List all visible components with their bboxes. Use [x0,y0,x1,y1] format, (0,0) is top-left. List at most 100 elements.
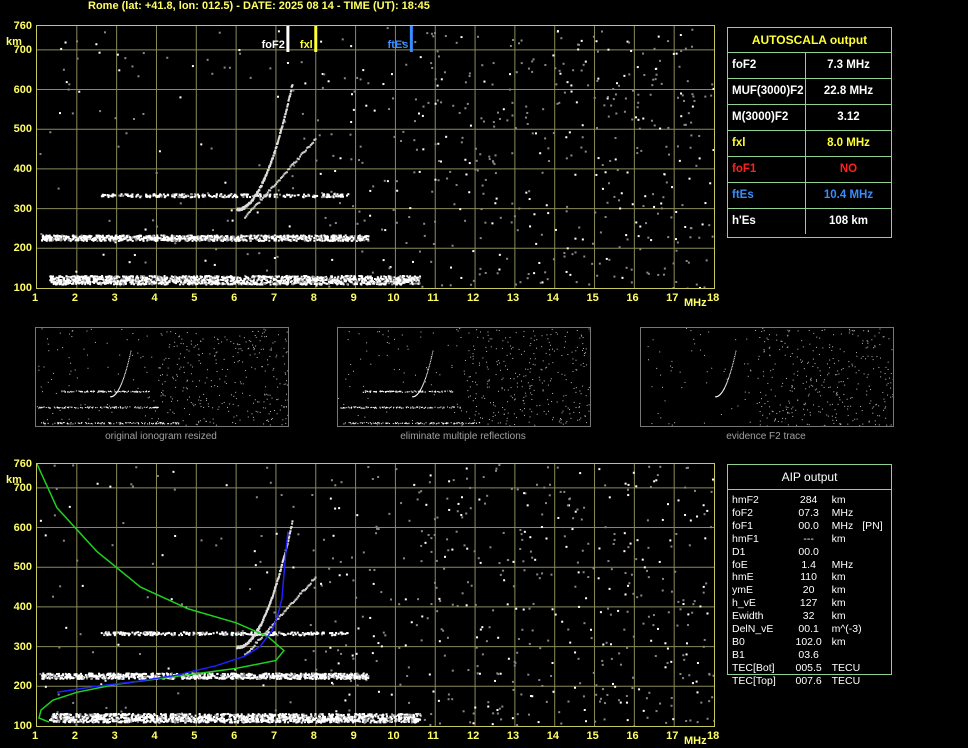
thumb-pixel [197,344,199,346]
noise-pixel [369,214,372,217]
echo-pixel [82,234,85,237]
echo-pixel [238,279,241,282]
thumb-pixel [488,419,490,421]
thumb-pixel [68,385,70,387]
thumb-trace [429,361,431,363]
echo-pixel [259,193,262,196]
noise-pixel [191,65,194,68]
echo-pixel [332,196,335,199]
thumb-echo [398,391,400,393]
thumb-pixel [545,352,547,354]
thumb-pixel [527,368,529,370]
thumb-pixel [495,374,497,376]
noise-pixel [464,107,467,110]
noise-pixel [605,257,608,260]
thumb-pixel [524,414,526,416]
thumb-pixel [543,380,545,382]
thumb-echo [361,407,363,409]
noise-pixel [474,168,477,171]
thumb-echo [45,407,47,409]
thumb-echo [176,422,178,424]
noise-pixel [449,170,452,173]
echo-pixel [198,196,201,199]
thumb-pixel [201,353,203,355]
echo-pixel [320,282,323,285]
thumb-echo [157,406,159,408]
thumb-pixel [242,361,244,363]
thumb-pixel [219,394,221,396]
thumb-pixel [542,360,544,362]
thumb-pixel [524,408,526,410]
thumb-pixel [274,341,276,343]
f2-echo [270,161,273,164]
echo-pixel [356,238,359,241]
echo-pixel [363,239,366,242]
noise-pixel [499,216,502,219]
echo-pixel [172,239,175,242]
echo-pixel [315,283,318,286]
thumb-trace [426,374,428,376]
thumb-echo [400,407,402,409]
echo-pixel [265,235,268,238]
thumb-pixel [276,399,278,401]
thumb-echo [137,406,139,408]
thumb-pixel [582,362,584,364]
thumb-pixel [584,352,586,354]
thumb-echo [420,422,422,424]
echo-pixel [41,239,44,242]
thumb-pixel [358,333,360,335]
thumb-pixel [259,411,261,413]
thumb-echo [114,406,116,408]
noise-pixel [529,225,532,228]
thumb-pixel [188,396,190,398]
thumb-echo [402,422,404,424]
echo-pixel [276,280,279,283]
noise-pixel [642,52,645,55]
thumb-pixel [238,360,240,362]
echo-pixel [280,279,283,282]
thumb-pixel [512,346,514,348]
echo-pixel [289,235,292,238]
echo-pixel [96,275,99,278]
noise-pixel [652,193,655,196]
echo-pixel [232,276,235,279]
thumb-pixel [586,404,588,406]
thumb-echo [134,391,136,393]
noise-pixel [434,143,437,146]
echo-pixel [137,280,140,283]
noise-pixel [616,82,619,85]
thumb-echo [110,390,112,392]
echo-pixel [236,276,239,279]
thumb-pixel [198,380,200,382]
noise-pixel [606,96,609,99]
echo-pixel [341,195,344,198]
noise-pixel [663,267,666,270]
noise-pixel [277,30,280,33]
thumb-pixel [457,330,459,332]
noise-pixel [142,112,145,115]
thumb-pixel [398,369,400,371]
noise-pixel [408,216,411,219]
echo-pixel [78,278,81,281]
thumb-echo [410,390,412,392]
thumb-pixel [285,352,287,354]
thumb-echo [453,422,455,424]
noise-pixel [434,32,437,35]
thumb-pixel [551,419,553,421]
noise-pixel [434,102,437,105]
noise-pixel [615,112,618,115]
noise-pixel [437,55,440,58]
noise-pixel [405,63,408,66]
echo-pixel [391,283,394,286]
noise-pixel [618,246,621,249]
thumb-echo [124,406,126,408]
echo-pixel [108,280,111,283]
thumb-pixel [548,341,550,343]
thumb-pixel [536,339,538,341]
noise-pixel [644,195,647,198]
echo-pixel [382,278,385,281]
thumb-echo [125,391,127,393]
thumb-echo [146,406,148,408]
noise-pixel [678,159,681,162]
noise-pixel [492,161,495,164]
